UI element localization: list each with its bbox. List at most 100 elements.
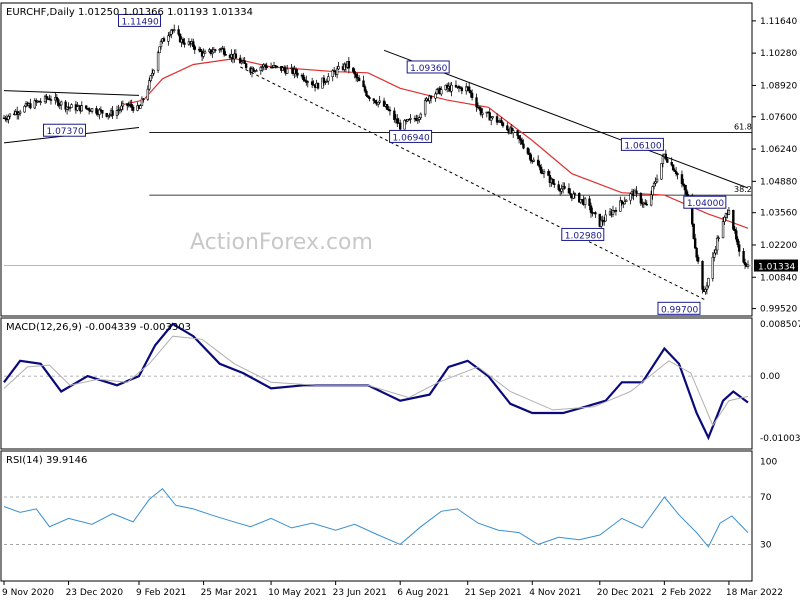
candle-body <box>743 261 747 265</box>
x-tick-label: 2 Feb 2022 <box>661 588 711 598</box>
candle-body <box>255 70 258 72</box>
candle-body <box>353 71 356 75</box>
candle-body <box>7 116 10 120</box>
candle-body <box>460 87 464 92</box>
candle-body <box>322 77 326 83</box>
candle-body <box>655 178 659 183</box>
candle-body <box>181 38 185 44</box>
x-tick-label: 4 Nov 2021 <box>529 588 581 598</box>
candle-body <box>111 110 114 116</box>
candle-body <box>567 188 571 194</box>
candle-body <box>594 212 597 215</box>
candle-body <box>363 86 367 92</box>
candle-body <box>347 61 351 69</box>
watermark-text: ActionForex.com <box>190 230 373 255</box>
candle-body <box>714 249 717 254</box>
candle-body <box>158 46 161 54</box>
candle-body <box>120 105 123 110</box>
current-price-label: 1.01334 <box>758 263 795 273</box>
candle-body <box>222 48 226 55</box>
candle-body <box>378 100 381 103</box>
candle-body <box>529 154 533 161</box>
candle-body <box>526 147 530 154</box>
price-panel-header: EURCHF,Daily 1.01250 1.01366 1.01193 1.0… <box>6 7 253 18</box>
candle-body <box>393 110 396 121</box>
candle-body <box>403 120 406 130</box>
candle-body <box>70 104 73 108</box>
candle-body <box>651 186 654 196</box>
price-panel <box>0 2 753 317</box>
candle-body <box>101 110 104 114</box>
candle-body <box>337 66 340 70</box>
price-annotation-label: 1.06100 <box>624 141 661 151</box>
candle-body <box>365 90 368 96</box>
candle-body <box>244 63 248 69</box>
candle-body <box>399 122 402 130</box>
candle-body <box>674 171 678 174</box>
candle-body <box>115 110 119 116</box>
candle-body <box>645 203 648 206</box>
candle-body <box>327 76 330 82</box>
candle-body <box>512 130 515 134</box>
candle-body <box>539 166 543 174</box>
candle-body <box>362 80 365 88</box>
candle-body <box>203 51 207 54</box>
eurchf-daily-chart: ActionForex.com 61.838.2 1.114901.073701… <box>0 2 800 598</box>
candle-body <box>721 221 725 239</box>
candle-body <box>29 103 32 109</box>
candle-body <box>635 190 638 194</box>
x-tick-label: 20 Dec 2021 <box>597 588 655 598</box>
candle-body <box>148 80 151 90</box>
candle-body <box>352 67 355 72</box>
price-annotation-label: 0.99700 <box>661 305 698 315</box>
candle-body <box>146 88 150 100</box>
candle-body <box>491 116 494 119</box>
price-annotation-label: 1.04000 <box>687 199 724 209</box>
price-tick-label: 1.06240 <box>760 145 797 155</box>
candle-body <box>629 193 632 201</box>
candle-body <box>713 252 716 258</box>
candle-body <box>286 68 289 74</box>
candle-body <box>467 86 471 92</box>
x-tick-label: 25 Mar 2021 <box>201 588 258 598</box>
candle-body <box>623 201 626 205</box>
candle-body <box>705 285 709 290</box>
candle-body <box>167 35 170 42</box>
price-tick-label: 1.03560 <box>760 209 797 219</box>
x-tick-label: 18 Mar 2022 <box>726 588 783 598</box>
chart-window: ActionForex.com 61.8 38.2 1.11490 1.07370 1… <box>0 0 800 600</box>
price-annotation-label: 1.11490 <box>121 17 158 27</box>
candle-body <box>294 68 298 74</box>
candle-body <box>409 117 412 120</box>
rsi-panel <box>0 450 753 582</box>
candle-body <box>652 183 656 187</box>
candle-body <box>693 238 697 249</box>
x-tick-label: 9 Feb 2021 <box>136 588 186 598</box>
candle-body <box>357 77 361 82</box>
candle-body <box>589 205 593 213</box>
candle-body <box>704 289 707 293</box>
price-tick-label: 1.11640 <box>760 17 797 27</box>
candle-body <box>563 186 566 189</box>
candle-body <box>139 105 142 109</box>
candle-body <box>557 184 560 190</box>
candle-body <box>711 256 714 279</box>
candle-body <box>224 54 227 56</box>
candle-body <box>368 96 371 100</box>
rsi-tick-label: 70 <box>760 493 772 503</box>
candle-body <box>661 156 665 164</box>
candle-body <box>746 264 750 267</box>
candle-body <box>732 209 735 230</box>
candle-body <box>396 118 399 124</box>
candle-body <box>302 74 305 81</box>
candle-body <box>8 113 12 117</box>
candle-body <box>516 130 519 136</box>
candle-body <box>429 95 433 99</box>
price-tick-label: 1.00840 <box>760 273 797 283</box>
candle-body <box>735 230 738 240</box>
candle-body <box>517 135 521 140</box>
candle-body <box>152 69 155 74</box>
candle-body <box>520 139 524 145</box>
candle-body <box>193 46 196 50</box>
candle-body <box>701 261 704 290</box>
